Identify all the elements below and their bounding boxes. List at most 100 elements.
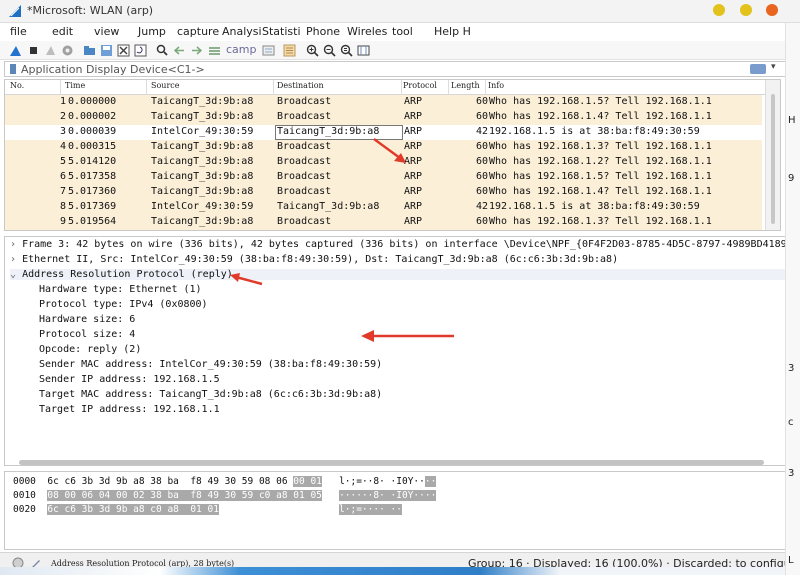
packet-info: 192.168.1.5 is at 38:ba:f8:49:30:59 [489,201,700,212]
find-icon[interactable] [156,44,169,57]
resize-columns-icon[interactable] [357,44,370,57]
menu-tools[interactable]: tool [392,25,413,38]
menu-statistics[interactable]: Statisti [262,25,301,38]
window-title: *Microsoft: WLAN (arp) [27,4,154,17]
packet-info: Who has 192.168.1.3? Tell 192.168.1.1 [489,216,712,227]
chevron-down-icon[interactable]: ▾ [771,62,776,72]
bytes-ascii[interactable]: l·;=··8· ·I0Y·· [339,476,425,487]
tree-field[interactable]: Sender MAC address: IntelCor_49:30:59 (3… [39,359,382,370]
tree-field[interactable]: Opcode: reply (2) [39,344,141,355]
zoom-out-icon[interactable] [323,44,336,57]
scrollbar-thumb[interactable] [771,94,775,224]
annotation-arrow-icon [230,273,263,286]
packet-destination: Broadcast [277,171,332,182]
packet-protocol: ARP [404,96,423,107]
packet-time: 5.017369 [68,201,117,212]
column-header-source[interactable]: Source [151,81,180,90]
open-icon[interactable] [83,44,96,57]
expand-arrow-icon[interactable]: › [10,239,16,250]
tree-item-label: Address Resolution Protocol (reply) [22,269,233,280]
table-row[interactable]: 8 5.017369 IntelCor_49:30:59 TaicangT_3d:9b… [5,200,762,215]
normal-size-icon[interactable] [340,44,353,57]
tree-field[interactable]: Protocol type: IPv4 (0x0800) [39,299,208,310]
column-header-destination[interactable]: Destination [277,81,324,90]
table-row[interactable]: 1 0.000000 TaicangT_3d:9b:a8 Broadcast ARP 60… [5,95,762,110]
maximize-button[interactable] [740,4,752,16]
shark-fin-icon[interactable] [9,44,22,57]
packet-info: Who has 192.168.1.5? Tell 192.168.1.1 [489,171,712,182]
title-bar: *Microsoft: WLAN (arp) [0,0,800,23]
table-row[interactable]: 2 0.000002 TaicangT_3d:9b:a8 Broadcast ARP 60… [5,110,762,125]
bytes-hex[interactable]: 6c c6 3b 3d 9b a8 38 ba f8 49 30 59 08 0… [47,476,293,487]
display-filter-bar[interactable]: Application Display Device<C1-> ▾ + [4,61,796,77]
packet-list-scrollbar[interactable] [765,80,780,230]
packet-destination: Broadcast [277,96,332,107]
tree-field[interactable]: Sender IP address: 192.168.1.5 [39,374,220,385]
edge-text: c [788,417,794,428]
save-icon[interactable] [100,44,113,57]
column-header-protocol[interactable]: Protocol [403,81,437,90]
tree-item-ethernet[interactable]: › Ethernet II, Src: IntelCor_49:30:59 (3… [10,254,618,265]
tree-field[interactable]: Hardware type: Ethernet (1) [39,284,202,295]
menu-capture[interactable]: capture [177,25,219,38]
tree-field[interactable]: Target IP address: 192.168.1.1 [39,404,220,415]
bytes-ascii-selected[interactable]: ·· [424,476,437,487]
edge-text: 3 [788,363,795,374]
apply-filter-icon[interactable] [750,64,766,74]
bookmark-icon[interactable] [10,64,16,74]
bytes-hex-selected[interactable]: 6c c6 3b 3d 9b a8 c0 a8 01 01 [47,504,219,515]
tree-item-frame[interactable]: › Frame 3: 42 bytes on wire (336 bits), … [10,239,793,250]
menu-wireless[interactable]: Wireles [347,25,387,38]
restart-icon[interactable] [44,44,57,57]
colorize-icon[interactable] [283,44,296,57]
packet-protocol: ARP [404,111,423,122]
minimize-button[interactable] [713,4,725,16]
camp-label[interactable]: camp [226,43,257,56]
column-header-no[interactable]: No. [10,81,24,90]
stop-icon[interactable] [27,44,40,57]
reload-icon[interactable] [134,44,147,57]
autoscroll-icon[interactable] [262,44,275,57]
tree-field[interactable]: Target MAC address: TaicangT_3d:9b:a8 (6… [39,389,382,400]
close-button[interactable] [766,4,778,16]
bytes-ascii-selected[interactable]: ······8· ·I0Y···· [339,490,437,501]
packet-time: 0.000039 [68,126,117,137]
packet-no: 8 [59,201,66,212]
tree-field[interactable]: Hardware size: 6 [39,314,135,325]
table-row[interactable]: 7 5.017360 TaicangT_3d:9b:a8 Broadcast ARP 60… [5,185,762,200]
table-row[interactable]: 6 5.017358 TaicangT_3d:9b:a8 Broadcast ARP 60… [5,170,762,185]
menu-jump[interactable]: Jump [138,25,166,38]
bytes-offset: 0010 [13,490,36,501]
details-scrollbar[interactable] [19,460,764,465]
bytes-hex-selected[interactable]: 00 01 [293,476,322,487]
menu-edit[interactable]: edit [52,25,73,38]
bytes-hex-selected[interactable]: 08 00 06 04 00 02 38 ba f8 49 30 59 c0 a… [47,490,322,501]
menu-file[interactable]: file [10,25,27,38]
packet-protocol: ARP [404,186,423,197]
packet-destination: TaicangT_3d:9b:a8 [277,201,380,212]
display-filter-input[interactable]: Application Display Device<C1-> [21,63,205,76]
packet-length: 60 [475,156,488,167]
go-to-packet-icon[interactable] [208,44,221,57]
column-header-info[interactable]: Info [488,81,504,90]
packet-no: 1 [59,96,66,107]
packet-destination: Broadcast [277,216,332,227]
menu-telephony[interactable]: Phone [306,25,340,38]
table-row[interactable]: 9 5.019564 TaicangT_3d:9b:a8 Broadcast ARP 60… [5,215,762,230]
expand-arrow-icon[interactable]: › [10,254,16,265]
menu-analyze[interactable]: Analysi [222,25,262,38]
annotation-arrow-icon [361,330,454,342]
collapse-arrow-icon[interactable]: ⌄ [10,269,16,280]
menu-help[interactable]: Help H [434,25,471,38]
column-header-time[interactable]: Time [65,81,85,90]
column-header-length[interactable]: Length [451,81,480,90]
back-icon[interactable] [173,44,186,57]
forward-icon[interactable] [190,44,203,57]
options-icon[interactable] [61,44,74,57]
bytes-ascii-selected[interactable]: l·;=···· ·· [339,504,402,515]
menu-view[interactable]: view [94,25,119,38]
zoom-in-icon[interactable] [306,44,319,57]
tree-item-arp[interactable]: ⌄ Address Resolution Protocol (reply) [10,269,785,280]
tree-field[interactable]: Protocol size: 4 [39,329,135,340]
close-file-icon[interactable] [117,44,130,57]
